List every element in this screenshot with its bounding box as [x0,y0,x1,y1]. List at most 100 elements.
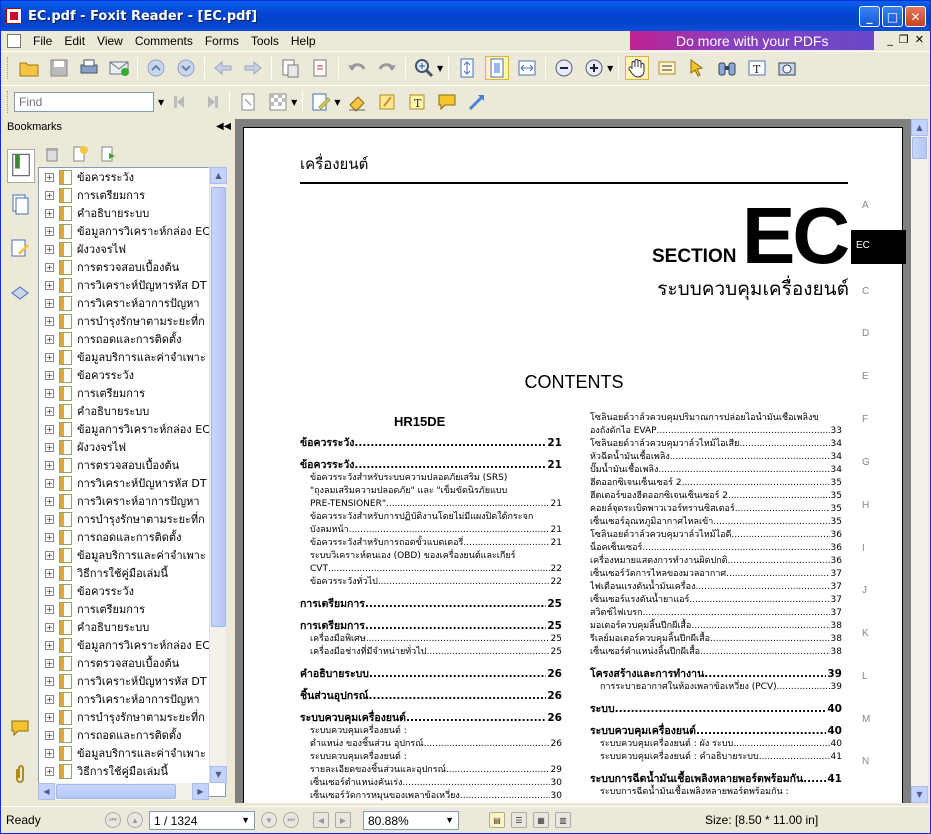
expand-icon[interactable]: + [45,460,54,470]
toc-entry[interactable]: "ถุงลมเสริมความปลอดภัย" และ "เข็มขัดนิรภ… [300,485,562,498]
bookmark-properties-icon[interactable] [99,145,117,163]
bookmarks-vertical-scrollbar[interactable]: ▲ ▼ [209,167,227,783]
bookmark-item[interactable]: + การบำรุงรักษาตามระยะที่ก [39,510,205,528]
bookmark-item[interactable]: + การวิเคราะห์อาการปัญหา [39,690,200,708]
toc-entry[interactable]: เซ็นเซอร์อุณหภูมิอากาศไหลเข้า 35 [590,516,842,529]
single-page-view-icon[interactable]: ▤ [489,812,505,828]
doc-scroll-down-icon[interactable]: ▼ [911,786,928,803]
bookmark-item[interactable]: + ผังวงจรไฟ [39,240,126,258]
toc-entry[interactable]: ข้อควรระวังสำหรับการถอดขั้วแบตเตอรี่ 21 [300,537,562,550]
last-page-icon[interactable]: ⏭ [283,812,299,828]
maximize-button[interactable]: □ [882,6,903,27]
expand-icon[interactable]: + [45,244,54,254]
toc-entry[interactable]: มอเตอร์ควบคุมลิ้นปีกผีเสื้อ 38 [590,620,842,633]
toc-entry[interactable]: ฮีตออกซิเจนเซ็นเซอร์ 2 35 [590,477,842,490]
zoom-level-dropdown-icon[interactable]: ▼ [607,64,613,73]
ad-banner[interactable]: Do more with your PDFs [630,31,874,50]
document-vertical-scrollbar[interactable]: ▲ ▼ [911,119,928,803]
open-folder-icon[interactable] [17,56,41,80]
undo-icon[interactable] [345,56,369,80]
zoom-field[interactable]: 80.88% ▼ [363,811,459,830]
mdi-restore-icon[interactable]: ❐ [899,33,909,46]
toc-entry[interactable]: เซ็นเซอร์ตำแหน่งลิ้นปีกผีเสื้อ 38 [590,646,842,659]
bookmark-item[interactable]: + ข้อมูลการวิเคราะห์กล่อง EC [39,636,210,654]
expand-icon[interactable]: + [45,604,54,614]
bookmark-item[interactable]: + ข้อมูลการวิเคราะห์กล่อง EC [39,222,210,240]
expand-icon[interactable]: + [45,478,54,488]
menu-forms[interactable]: Forms [199,34,245,48]
zoom-field-dropdown-icon[interactable]: ▼ [445,815,454,825]
fit-width-icon[interactable] [515,56,539,80]
actual-size-icon[interactable] [455,56,479,80]
expand-icon[interactable]: + [45,388,54,398]
document-view[interactable]: เครื่องยนต์ EC SECTION ระบบควบคุมเครื่อง… [235,119,911,803]
expand-icon[interactable]: + [45,514,54,524]
add-bookmark-icon[interactable] [71,145,89,163]
toc-entry[interactable]: ระบบวิเคราะห์ตนเอง (OBD) ของเครื่องยนต์แ… [300,550,562,563]
menu-help[interactable]: Help [285,34,322,48]
expand-icon[interactable]: + [45,280,54,290]
expand-icon[interactable]: + [45,334,54,344]
expand-icon[interactable]: + [45,172,54,182]
toc-entry[interactable]: หัวฉีดน้ำมันเชื้อเพลิง 34 [590,451,842,464]
pages-tab-icon[interactable] [9,193,31,215]
toc-entry[interactable]: ระบบควบคุมเครื่องยนต์ : ผัง ระบบ 40 [590,738,842,751]
mdi-close-icon[interactable]: ✕ [915,33,924,46]
bookmark-item[interactable]: + ข้อมูลการวิเคราะห์กล่อง EC [39,420,210,438]
expand-icon[interactable]: + [45,568,54,578]
expand-icon[interactable]: + [45,694,54,704]
doc-scroll-up-icon[interactable]: ▲ [911,119,928,136]
toc-entry[interactable]: ระบบควบคุมเครื่องยนต์ : คำอธิบายระบบ 41 [590,751,842,764]
bookmark-item[interactable]: + ข้อควรระวัง [39,366,134,384]
page-number-field[interactable]: 1 / 1324 ▼ [149,811,255,830]
collapse-panel-icon[interactable]: ◀◀ [216,121,231,132]
eraser-icon[interactable] [345,90,369,114]
bookmark-item[interactable]: + การบำรุงรักษาตามระยะที่ก [39,708,205,726]
bookmark-item[interactable]: + การตรวจสอบเบื้องต้น [39,258,179,276]
edit-document-icon[interactable] [309,90,333,114]
back-arrow-icon[interactable] [211,56,235,80]
toc-entry[interactable]: ชิ้นส่วนอุปกรณ์ 26 [300,690,562,703]
extract-pages-icon[interactable] [278,56,302,80]
select-text-icon[interactable] [655,56,679,80]
attachments-tab-icon[interactable] [9,281,31,303]
highlight-pen-icon[interactable] [375,90,399,114]
page-dropdown-icon[interactable]: ▼ [241,815,250,825]
toc-entry[interactable]: ฮีตเตอร์ของฮีตออกซิเจนเซ็นเซอร์ 2 35 [590,490,842,503]
checkerboard-dropdown-icon[interactable]: ▼ [291,98,297,107]
expand-icon[interactable]: + [45,208,54,218]
paperclip-tab-icon[interactable] [9,763,31,785]
bookmark-item[interactable]: + การตรวจสอบเบื้องต้น [39,456,179,474]
go-forward-icon[interactable]: ▶ [335,812,351,828]
facing-view-icon[interactable]: ▦ [533,812,549,828]
scroll-right-icon[interactable]: ▶ [192,783,209,800]
print-icon[interactable] [77,56,101,80]
scroll-left-icon[interactable]: ◀ [38,783,55,800]
email-icon[interactable] [107,56,131,80]
first-page-icon[interactable]: ⏮ [105,812,121,828]
expand-icon[interactable]: + [45,496,54,506]
toc-entry[interactable]: CVT 22 [300,563,562,576]
menu-edit[interactable]: Edit [58,34,91,48]
edit-dropdown-icon[interactable]: ▼ [334,98,340,107]
scroll-up-icon[interactable]: ▲ [210,167,227,184]
bookmark-item[interactable]: + การถอดและการติดตั้ง [39,528,181,546]
bookmark-item[interactable]: + การเตรียมการ [39,186,145,204]
bookmark-item[interactable]: + การวิเคราะห์อาการปัญหา [39,294,200,312]
bookmarks-horizontal-scrollbar[interactable]: ◀ ▶ [38,783,209,800]
redo-icon[interactable] [375,56,399,80]
rotate-page-icon[interactable] [236,90,260,114]
close-button[interactable]: ✕ [905,6,926,27]
expand-icon[interactable]: + [45,190,54,200]
toc-entry[interactable]: รีเลย์มอเตอร์ควบคุมลิ้นปีกผีเสื้อ 38 [590,633,842,646]
toc-entry[interactable]: ข้อควรระวังสำหรับการปฏิบัติงานโดยไม่มีแผ… [300,511,562,524]
bookmark-item[interactable]: + คำอธิบายระบบ [39,204,149,222]
menu-file[interactable]: File [27,34,58,48]
toc-entry[interactable]: ข้อควรระวัง 21 [300,459,562,472]
forward-arrow-icon[interactable] [241,56,265,80]
expand-icon[interactable]: + [45,532,54,542]
toc-entry[interactable]: เครื่องมือพิเศษ 25 [300,633,562,646]
comment-note-icon[interactable] [435,90,459,114]
expand-icon[interactable]: + [45,586,54,596]
delete-bookmark-icon[interactable] [43,145,61,163]
